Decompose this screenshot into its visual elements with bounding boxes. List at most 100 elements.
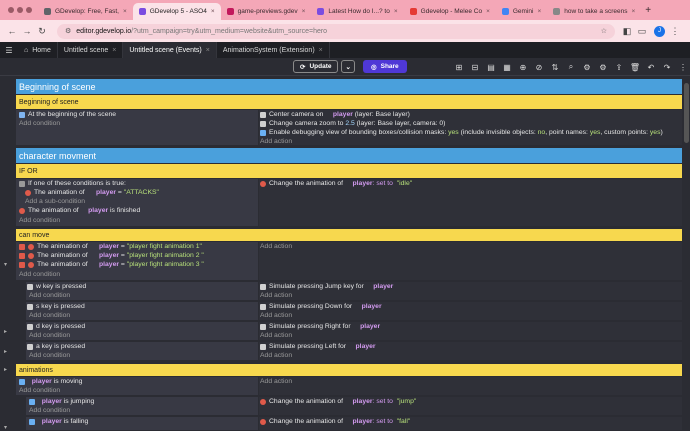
action-line[interactable]: Simulate pressing Jump key for player (260, 283, 393, 290)
tab-close-icon[interactable]: × (486, 8, 490, 15)
window-minimize-dot[interactable] (17, 7, 23, 13)
tab-close-icon[interactable]: × (206, 47, 210, 54)
action-line[interactable]: Simulate pressing Down for player (260, 303, 382, 310)
extensions-icon[interactable]: ◧ (621, 25, 633, 37)
sub-condition-line[interactable]: The animation of player = "ATTACKS" (25, 189, 159, 196)
comment-event[interactable]: animations (16, 364, 682, 376)
share-button[interactable]: ◎ Share (362, 60, 407, 73)
tab-close-icon[interactable]: × (123, 8, 127, 15)
browser-tab[interactable]: Latest How do I...? to × (311, 3, 403, 20)
delete-icon[interactable]: 🗑 (628, 60, 642, 74)
condition-line[interactable]: a key is pressed (27, 343, 85, 350)
tab-close-icon[interactable]: × (302, 8, 306, 15)
more-options-icon[interactable]: ⋮ (676, 60, 690, 74)
collapse-arrow-icon[interactable]: ▸ (4, 348, 7, 355)
collapse-arrow-icon[interactable]: ▸ (4, 366, 7, 373)
browser-tab[interactable]: GDevelop: Free, Fast, × (38, 3, 133, 20)
action-line[interactable]: Change the animation of player: set to "… (260, 418, 410, 425)
add-action-link[interactable]: Add action (260, 332, 292, 339)
reload-icon[interactable]: ↻ (36, 25, 48, 37)
export-icon[interactable]: ⇪ (612, 60, 626, 74)
tab-scene-events[interactable]: Untitled scene (Events) × (123, 42, 217, 58)
add-condition-link[interactable]: Add condition (19, 217, 60, 224)
add-group-icon[interactable]: ▦ (500, 60, 514, 74)
add-condition-link[interactable]: Add condition (19, 387, 60, 394)
tab-untitled-scene[interactable]: Untitled scene × (58, 42, 124, 58)
browser-tab[interactable]: GDevelop 5 - ASO4 × (132, 3, 221, 20)
condition-line[interactable]: The animation of player = "player fight … (19, 243, 202, 250)
browser-tab[interactable]: Gemini × (496, 3, 547, 20)
comment-event[interactable]: Beginning of scene (16, 95, 682, 109)
add-condition-link[interactable]: Add condition (19, 271, 60, 278)
tab-close-icon[interactable]: × (394, 8, 398, 15)
undo-icon[interactable]: ↶ (644, 60, 658, 74)
url-bar[interactable]: ⚙ editor.gdevelop.io /?utm_campaign=try&… (57, 23, 615, 39)
sidebar-icon[interactable]: ▭ (636, 25, 648, 37)
condition-line[interactable]: player is jumping (29, 398, 94, 405)
new-tab-button[interactable]: + (645, 5, 651, 16)
tab-close-icon[interactable]: × (319, 47, 323, 54)
action-line[interactable]: Simulate pressing Left for player (260, 343, 376, 350)
events-scrollbar[interactable] (683, 79, 690, 430)
window-close-dot[interactable] (8, 7, 14, 13)
browser-tab[interactable]: how to take a screens × (547, 3, 641, 20)
add-subevent-icon[interactable]: ⊟ (468, 60, 482, 74)
add-action-link[interactable]: Add action (260, 378, 292, 385)
collapse-arrow-icon[interactable]: ▾ (4, 261, 7, 268)
action-line[interactable]: Change camera zoom to 2.5 (layer: Base l… (260, 120, 445, 127)
update-options-button[interactable]: ⌄ (341, 60, 355, 73)
condition-line[interactable]: At the beginning of the scene (19, 111, 116, 118)
add-condition-link[interactable]: Add condition (19, 120, 60, 127)
browser-menu-icon[interactable]: ⋮ (669, 25, 681, 37)
update-button[interactable]: ⟳ Update (293, 60, 339, 73)
add-condition-link[interactable]: Add condition (29, 407, 70, 414)
add-action-link[interactable]: Add action (260, 243, 292, 250)
profile-avatar[interactable]: J (654, 25, 665, 37)
forward-icon[interactable]: → (21, 25, 33, 37)
add-condition-link[interactable]: Add condition (29, 312, 70, 319)
window-zoom-dot[interactable] (26, 7, 32, 13)
settings-icon[interactable]: ⚙ (596, 60, 610, 74)
condition-line[interactable]: The animation of player = "player fight … (19, 252, 204, 259)
action-line[interactable]: Change the animation of player: set to "… (260, 398, 416, 405)
browser-tab[interactable]: Gdevelop - Melee Co × (404, 3, 496, 20)
action-line[interactable]: Simulate pressing Right for player (260, 323, 380, 330)
action-line[interactable]: Center camera on player (layer: Base lay… (260, 111, 410, 118)
add-action-link[interactable]: Add action (260, 312, 292, 319)
parameters-icon[interactable]: ⚙ (580, 60, 594, 74)
add-comment-icon[interactable]: ▤ (484, 60, 498, 74)
condition-line[interactable]: w key is pressed (27, 283, 86, 290)
scrollbar-thumb[interactable] (684, 83, 689, 143)
condition-line[interactable]: d key is pressed (27, 323, 85, 330)
search-icon[interactable]: ⌕ (564, 60, 578, 74)
toggle-folding-icon[interactable]: ⇅ (548, 60, 562, 74)
comment-event[interactable]: IF OR (16, 164, 682, 178)
tab-close-icon[interactable]: × (112, 47, 116, 54)
add-subcondition-link[interactable]: Add a sub-condition (25, 198, 85, 205)
event-group-header[interactable]: Beginning of scene (16, 79, 682, 94)
or-condition-line[interactable]: If one of these conditions is true: (19, 180, 126, 187)
collapse-arrow-icon[interactable]: ▸ (4, 328, 7, 335)
add-condition-link[interactable]: Add condition (29, 352, 70, 359)
condition-line[interactable]: player is moving (19, 378, 82, 385)
add-condition-link[interactable]: Add condition (29, 292, 70, 299)
add-action-link[interactable]: Add action (260, 352, 292, 359)
tab-close-icon[interactable]: × (632, 8, 636, 15)
event-group-header[interactable]: character movment (16, 148, 682, 163)
condition-line[interactable]: player is falling (29, 418, 88, 425)
add-action-link[interactable]: Add action (260, 292, 292, 299)
action-line[interactable]: Change the animation of player: set to "… (260, 180, 412, 187)
action-line[interactable]: Enable debugging view of bounding boxes/… (260, 129, 663, 136)
condition-line[interactable]: s key is pressed (27, 303, 85, 310)
tab-animation-system[interactable]: AnimationSystem (Extension) × (217, 42, 330, 58)
bookmark-star-icon[interactable]: ☆ (601, 27, 607, 35)
browser-tab[interactable]: game-previews.gdev × (221, 3, 312, 20)
back-icon[interactable]: ← (6, 25, 18, 37)
add-event-icon[interactable]: ⊞ (452, 60, 466, 74)
condition-line[interactable]: The animation of player = "player fight … (19, 261, 204, 268)
tab-close-icon[interactable]: × (537, 8, 541, 15)
redo-icon[interactable]: ↷ (660, 60, 674, 74)
add-other-icon[interactable]: ⊕ (516, 60, 530, 74)
project-manager-icon[interactable]: ☰ (2, 43, 16, 57)
add-action-link[interactable]: Add action (260, 138, 292, 145)
